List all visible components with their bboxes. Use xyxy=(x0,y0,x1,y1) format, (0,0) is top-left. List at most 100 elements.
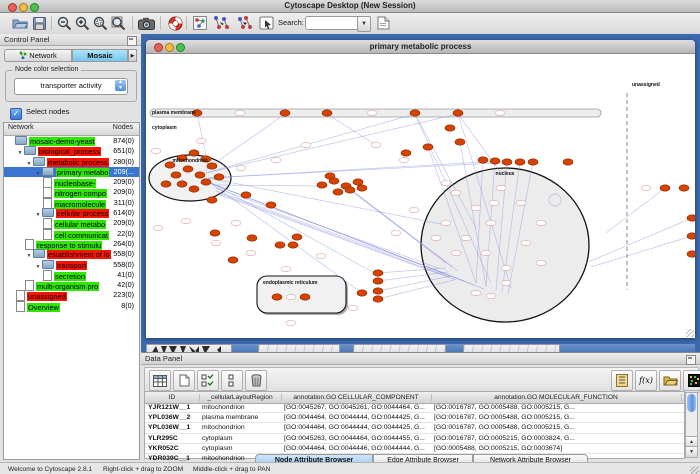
network-node[interactable] xyxy=(247,235,257,241)
tree-row[interactable]: Overview8(0) xyxy=(4,301,139,311)
network-node[interactable] xyxy=(687,215,695,221)
network-node[interactable] xyxy=(207,197,217,203)
tree-row[interactable]: secretion41(0) xyxy=(4,270,139,280)
network-node[interactable] xyxy=(195,172,205,178)
network-node-small[interactable] xyxy=(471,290,481,295)
table-scrollbar[interactable]: ▲ ▼ xyxy=(685,392,698,458)
network-canvas[interactable]: plasma membranecytoplasmmitochondrionnuc… xyxy=(146,53,695,338)
network-edge[interactable] xyxy=(216,191,444,273)
network-edge[interactable] xyxy=(606,188,665,233)
network-node-small[interactable] xyxy=(286,320,296,325)
network-node-small[interactable] xyxy=(431,235,441,240)
matrix-icon[interactable] xyxy=(683,370,700,391)
network-node[interactable] xyxy=(345,187,355,193)
network-node-small[interactable] xyxy=(536,260,546,265)
network-node[interactable] xyxy=(687,233,695,239)
network-node[interactable] xyxy=(373,278,383,284)
network-edge[interactable] xyxy=(327,114,376,145)
function-builder-icon[interactable]: f(x) xyxy=(635,370,657,391)
tab-mosaic[interactable]: Mosaic xyxy=(72,49,128,62)
snapshot-camera-icon[interactable] xyxy=(137,14,155,32)
tree-row[interactable]: nitrogen compo209(0) xyxy=(4,187,139,197)
network-node[interactable] xyxy=(292,234,302,240)
select-attributes-icon[interactable] xyxy=(197,370,219,391)
network-node-small[interactable] xyxy=(486,293,496,298)
network-edge[interactable] xyxy=(216,188,438,268)
unselect-attributes-icon[interactable] xyxy=(221,370,243,391)
network-node[interactable] xyxy=(515,159,525,165)
network-node-small[interactable] xyxy=(471,205,481,210)
node-color-dropdown[interactable]: transporter activity ▲▼ xyxy=(14,78,128,95)
network-node-small[interactable] xyxy=(481,250,491,255)
nucleus-region[interactable] xyxy=(421,168,589,322)
network-node-small[interactable] xyxy=(441,180,451,185)
vizmapper-icon[interactable] xyxy=(191,14,209,32)
network-node-small[interactable] xyxy=(301,142,311,147)
network-node[interactable] xyxy=(161,181,171,187)
network-node-small[interactable] xyxy=(151,148,161,153)
network-node[interactable] xyxy=(401,150,411,156)
table-column-header[interactable]: _cellularLayoutRegion xyxy=(199,394,282,401)
tree-row[interactable]: macromolecule311(0) xyxy=(4,198,139,208)
zoom-selected-icon[interactable] xyxy=(91,14,109,32)
open-icon[interactable] xyxy=(11,14,29,32)
network-node-small[interactable] xyxy=(516,200,526,205)
network-node-small[interactable] xyxy=(231,220,241,225)
tree-row[interactable]: multi-organism pro42(0) xyxy=(4,280,139,290)
select-nodes-checkbox[interactable]: ✓ xyxy=(10,108,22,120)
network-node-small[interactable] xyxy=(281,266,291,271)
tree-column-network[interactable]: Network xyxy=(8,124,34,131)
network-node[interactable] xyxy=(266,202,276,208)
network-node[interactable] xyxy=(490,158,500,164)
search-dropdown-icon[interactable]: ▼ xyxy=(357,16,371,32)
network-node[interactable] xyxy=(288,242,298,248)
view-resize-grip[interactable] xyxy=(686,329,694,337)
delete-attribute-trash-icon[interactable] xyxy=(245,370,267,391)
network-node-small[interactable] xyxy=(486,220,496,225)
network-edge[interactable] xyxy=(206,114,458,173)
tree-column-nodes[interactable]: Nodes xyxy=(113,124,133,131)
annotation-icon[interactable] xyxy=(258,14,276,32)
network-node[interactable] xyxy=(275,242,285,248)
tree-row[interactable]: ▼biological_process651(0) xyxy=(4,146,139,156)
network-node-small[interactable] xyxy=(235,110,245,115)
network-node[interactable] xyxy=(445,125,455,131)
tree-row[interactable]: ▼metabolic process280(0) xyxy=(4,157,139,167)
tab-overflow-arrow-icon[interactable]: ▶ xyxy=(128,49,137,62)
zoom-out-icon[interactable] xyxy=(55,14,73,32)
tree-row[interactable]: ▼cellular process614(0) xyxy=(4,208,139,218)
network-node[interactable] xyxy=(322,110,332,116)
network-node-small[interactable] xyxy=(181,218,191,223)
network-edge[interactable] xyxy=(586,218,692,263)
network-node[interactable] xyxy=(325,173,335,179)
float-panel-icon[interactable] xyxy=(686,355,696,365)
network-node[interactable] xyxy=(189,150,199,156)
network-node-small[interactable] xyxy=(489,200,499,205)
import-attributes-folder-icon[interactable] xyxy=(659,370,681,391)
network-node-small[interactable] xyxy=(348,305,358,310)
new-attribute-icon[interactable] xyxy=(173,370,195,391)
table-row[interactable]: YLR295Ccytoplasm[GO:0045263, GO:0044464,… xyxy=(145,434,684,444)
layout-two-icon[interactable] xyxy=(236,14,254,32)
network-node[interactable] xyxy=(687,251,695,257)
table-row[interactable]: YPL036W__2plasma membrane[GO:0044464, GO… xyxy=(145,413,684,423)
help-lifesaver-icon[interactable] xyxy=(166,14,184,32)
network-node[interactable] xyxy=(189,186,199,192)
table-column-header[interactable]: ID xyxy=(145,394,200,401)
network-node-small[interactable] xyxy=(399,157,409,162)
network-node[interactable] xyxy=(171,172,181,178)
network-node[interactable] xyxy=(207,163,217,169)
network-node[interactable] xyxy=(317,182,327,188)
layout-one-icon[interactable] xyxy=(212,14,230,32)
table-column-header[interactable]: annotation.GO MOLECULAR_FUNCTION xyxy=(431,394,682,401)
network-node-small[interactable] xyxy=(441,220,451,225)
network-node-small[interactable] xyxy=(536,220,546,225)
network-node[interactable] xyxy=(563,159,573,165)
table-row[interactable]: YJR121W__1mitochondrion[GO:0045267, GO:0… xyxy=(145,403,684,413)
network-node[interactable] xyxy=(373,270,383,276)
network-node[interactable] xyxy=(210,230,220,236)
network-node[interactable] xyxy=(357,185,367,191)
network-node[interactable] xyxy=(660,185,670,191)
scrollbar-thumb[interactable] xyxy=(687,394,696,412)
network-node-small[interactable] xyxy=(495,110,505,115)
